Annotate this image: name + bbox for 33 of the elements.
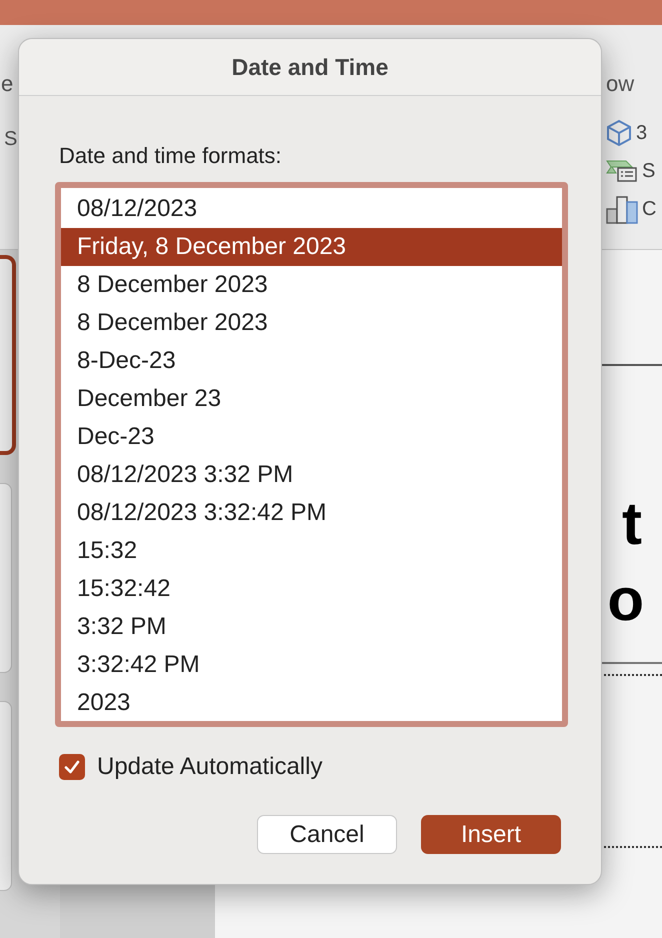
dialog-title: Date and Time [232,52,388,82]
cancel-button[interactable]: Cancel [257,815,397,854]
format-option[interactable]: 15:32 [61,532,562,570]
insert-button[interactable]: Insert [421,815,561,854]
list-shape-icon [606,159,638,183]
ribbon-tab-label: ow [606,70,636,98]
checkbox-label: Update Automatically [97,752,322,782]
gallery-label: 3 [636,121,648,146]
slide-title-text: t [622,489,642,559]
format-option[interactable]: 08/12/2023 3:32:42 PM [61,494,562,532]
format-option[interactable]: 15:32:42 [61,570,562,608]
format-option[interactable]: Dec-23 [61,418,562,456]
format-option[interactable]: 08/12/2023 3:32 PM [61,456,562,494]
ribbon-tab-label: e [1,70,14,98]
gallery-label: S [642,159,656,184]
format-option[interactable]: 2023 [61,684,562,722]
ribbon-label: S [4,127,18,152]
format-list[interactable]: 08/12/2023 Friday, 8 December 2023 8 December 2023 8 December 2023 8-Dec-23 December 23 Dec-23 08/12/2023 3:32 PM 08/12/2023 3:32:42 PM 15:32 15:32:42 3:32 PM 3:32:42 PM 2023 [55,182,568,727]
format-option[interactable]: 3:32 PM [61,608,562,646]
gallery-label: C [642,197,656,222]
list-label: Date and time formats: [59,142,283,170]
format-option[interactable]: 8 December 2023 [61,304,562,342]
format-option[interactable]: 3:32:42 PM [61,646,562,684]
bar-chart-icon [606,194,638,224]
checkbox[interactable] [59,754,85,780]
format-option[interactable]: 8 December 2023 [61,266,562,304]
format-option[interactable]: 8-Dec-23 [61,342,562,380]
format-option[interactable]: Friday, 8 December 2023 [61,228,562,266]
slide-title-text: o [607,565,644,635]
format-option[interactable]: December 23 [61,380,562,418]
format-option[interactable]: 08/12/2023 [61,190,562,228]
cube-icon [606,119,632,147]
checkmark-icon [63,758,81,776]
